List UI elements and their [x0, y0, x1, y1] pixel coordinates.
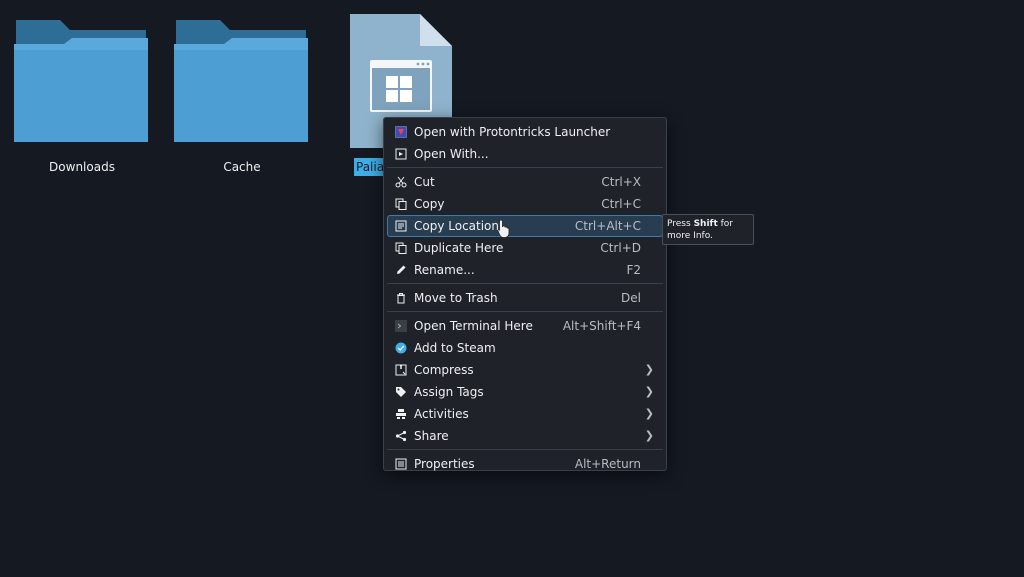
- menu-item-open-with-protontricks[interactable]: Open with Protontricks Launcher: [387, 121, 663, 143]
- chevron-right-icon: ❯: [644, 429, 654, 442]
- menu-item-compress[interactable]: Compress ❯: [387, 359, 663, 381]
- menu-item-label: Copy Location: [414, 219, 500, 233]
- open-with-icon: [394, 147, 408, 161]
- menu-item-label: Cut: [414, 175, 435, 189]
- menu-item-label: Activities: [414, 407, 469, 421]
- menu-item-duplicate-here[interactable]: Duplicate Here Ctrl+D: [387, 237, 663, 259]
- hand-cursor-icon: [497, 219, 510, 238]
- trash-icon: [394, 291, 408, 305]
- menu-item-cut[interactable]: Cut Ctrl+X: [387, 171, 663, 193]
- tooltip: Press Shift for more Info.: [662, 214, 754, 245]
- menu-item-label: Duplicate Here: [414, 241, 504, 255]
- menu-item-share[interactable]: Share ❯: [387, 425, 663, 447]
- menu-item-add-to-steam[interactable]: Add to Steam: [387, 337, 663, 359]
- menu-item-label: Copy: [414, 197, 445, 211]
- menu-item-shortcut: Ctrl+X: [601, 175, 641, 189]
- folder-label: Downloads: [49, 160, 115, 174]
- pencil-icon: [394, 263, 408, 277]
- chevron-right-icon: ❯: [644, 407, 654, 420]
- menu-separator: [387, 311, 663, 312]
- steam-check-icon: [394, 341, 408, 355]
- menu-item-copy-location[interactable]: Copy Location Ctrl+Alt+C: [387, 215, 663, 237]
- menu-separator: [387, 167, 663, 168]
- downloads-folder[interactable]: Downloads: [12, 14, 152, 174]
- terminal-icon: [394, 319, 408, 333]
- tooltip-key: Shift: [693, 219, 718, 229]
- menu-item-shortcut: F2: [626, 263, 641, 277]
- cache-folder[interactable]: Cache: [172, 14, 312, 174]
- folder-icon: [14, 20, 148, 142]
- chevron-right-icon: ❯: [644, 363, 654, 376]
- menu-item-assign-tags[interactable]: Assign Tags ❯: [387, 381, 663, 403]
- menu-item-shortcut: Alt+Shift+F4: [562, 319, 641, 333]
- desktop: Downloads Cache Paliat: [0, 0, 1024, 577]
- menu-separator: [387, 449, 663, 450]
- compress-icon: [394, 363, 408, 377]
- tooltip-prefix: Press: [667, 219, 694, 229]
- menu-item-label: Open With...: [414, 147, 489, 161]
- share-icon: [394, 429, 408, 443]
- menu-item-label: Rename...: [414, 263, 475, 277]
- menu-separator: [387, 283, 663, 284]
- menu-item-shortcut: Ctrl+Alt+C: [574, 219, 641, 233]
- protontricks-icon: [394, 125, 408, 139]
- menu-item-label: Properties: [414, 457, 475, 471]
- chevron-right-icon: ❯: [644, 385, 654, 398]
- scissors-icon: [394, 175, 408, 189]
- menu-item-open-with[interactable]: Open With...: [387, 143, 663, 165]
- duplicate-icon: [394, 241, 408, 255]
- menu-item-move-to-trash[interactable]: Move to Trash Del: [387, 287, 663, 309]
- context-menu: Open with Protontricks Launcher Open Wit…: [383, 117, 667, 471]
- menu-item-copy[interactable]: Copy Ctrl+C: [387, 193, 663, 215]
- menu-item-label: Open Terminal Here: [414, 319, 533, 333]
- menu-item-open-terminal[interactable]: Open Terminal Here Alt+Shift+F4: [387, 315, 663, 337]
- copy-icon: [394, 197, 408, 211]
- folder-icon: [174, 20, 308, 142]
- menu-item-label: Share: [414, 429, 449, 443]
- menu-item-shortcut: Alt+Return: [574, 457, 641, 471]
- menu-item-label: Move to Trash: [414, 291, 498, 305]
- menu-item-properties[interactable]: Properties Alt+Return: [387, 453, 663, 475]
- copy-location-icon: [394, 219, 408, 233]
- menu-item-activities[interactable]: Activities ❯: [387, 403, 663, 425]
- menu-item-label: Assign Tags: [414, 385, 484, 399]
- activities-icon: [394, 407, 408, 421]
- menu-item-shortcut: Del: [621, 291, 641, 305]
- menu-item-shortcut: Ctrl+D: [600, 241, 641, 255]
- folder-label: Cache: [223, 160, 261, 174]
- properties-icon: [394, 457, 408, 471]
- menu-item-label: Add to Steam: [414, 341, 496, 355]
- menu-item-label: Compress: [414, 363, 474, 377]
- menu-item-rename[interactable]: Rename... F2: [387, 259, 663, 281]
- menu-item-label: Open with Protontricks Launcher: [414, 125, 611, 139]
- file-label-selected[interactable]: Paliat: [354, 158, 384, 176]
- tag-icon: [394, 385, 408, 399]
- menu-item-shortcut: Ctrl+C: [601, 197, 641, 211]
